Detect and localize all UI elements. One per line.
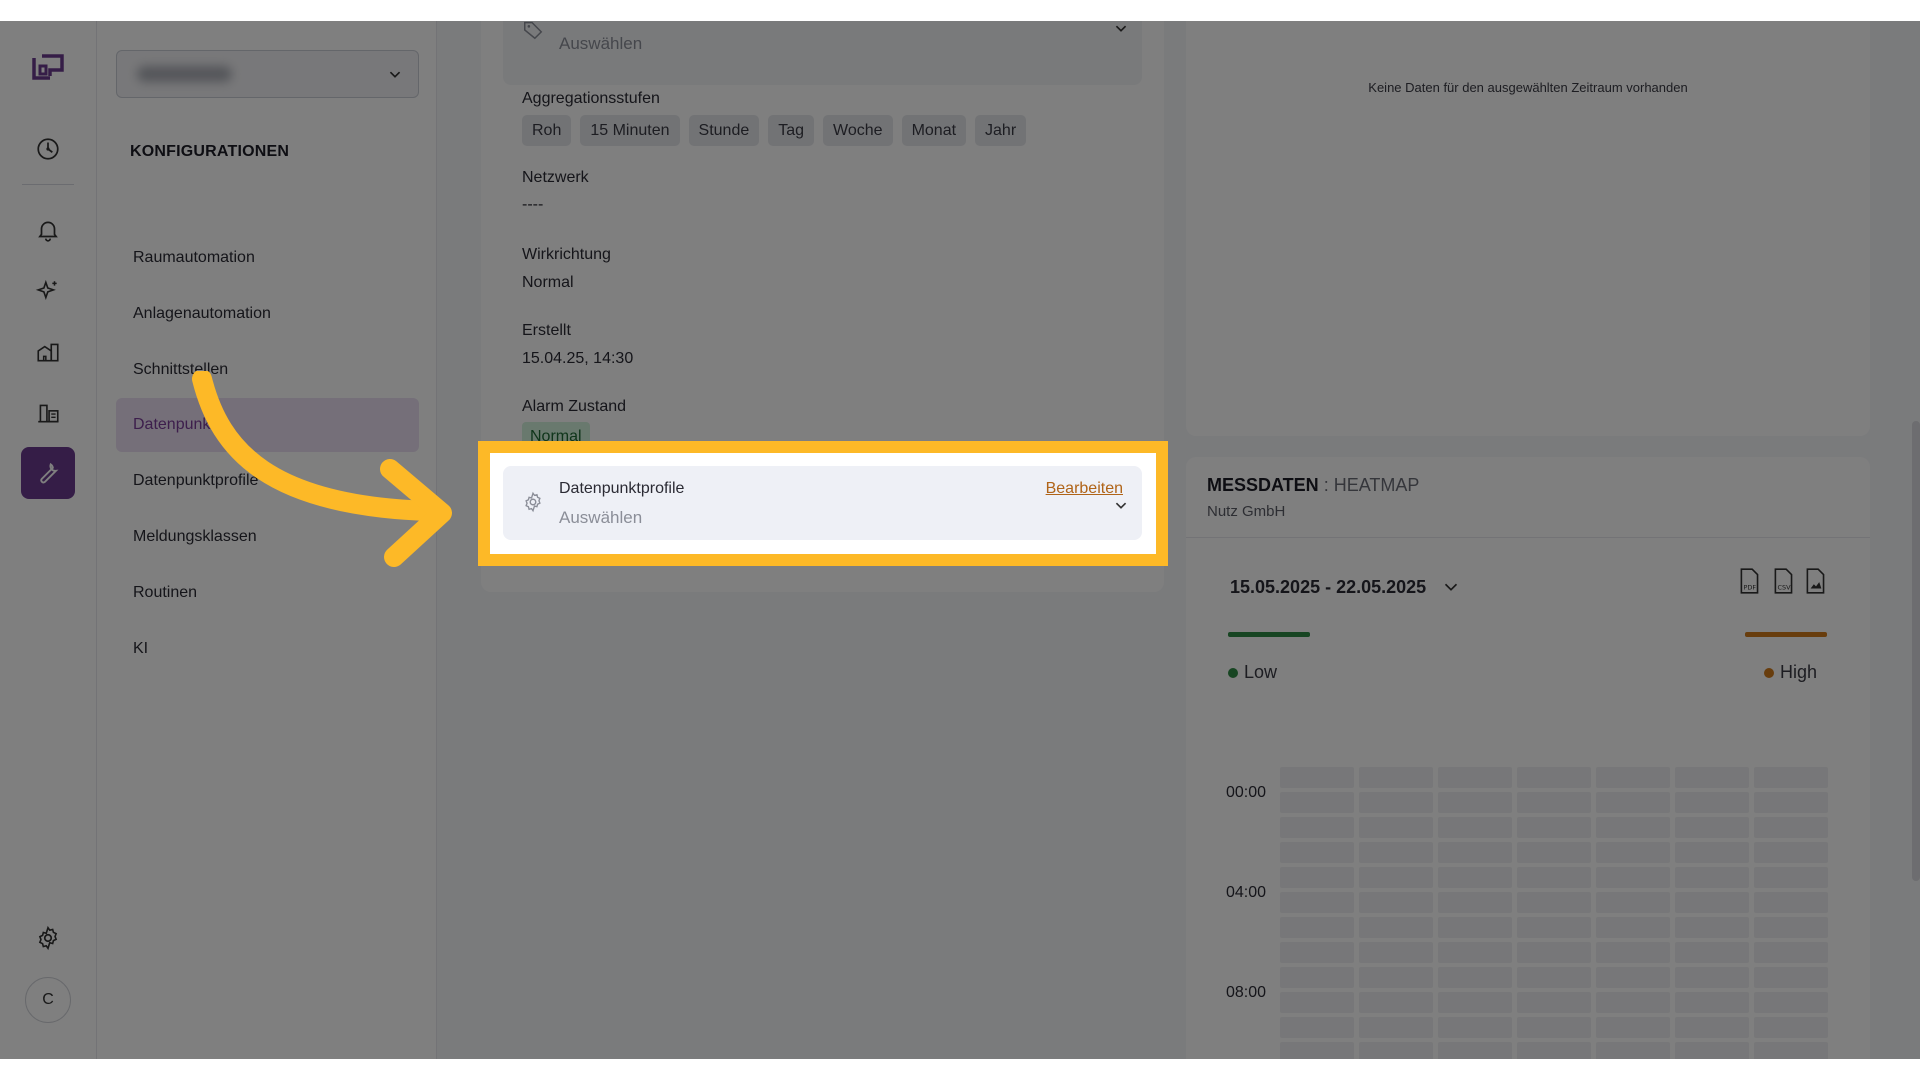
chevron-down-icon [1115,502,1127,509]
scrollbar[interactable] [1912,421,1920,881]
tutorial-arrow-icon [192,371,452,567]
gear-icon [525,491,541,513]
app-window: C KONFIGURATIONEN Raumautomation Anlagen… [0,21,1920,1059]
datenpunktprofile-placeholder: Auswählen [559,508,643,527]
datenpunktprofile-select[interactable]: Datenpunktprofile Auswählen Bearbeiten [503,466,1142,540]
datenpunktprofile-label: Datenpunktprofile [559,480,685,497]
